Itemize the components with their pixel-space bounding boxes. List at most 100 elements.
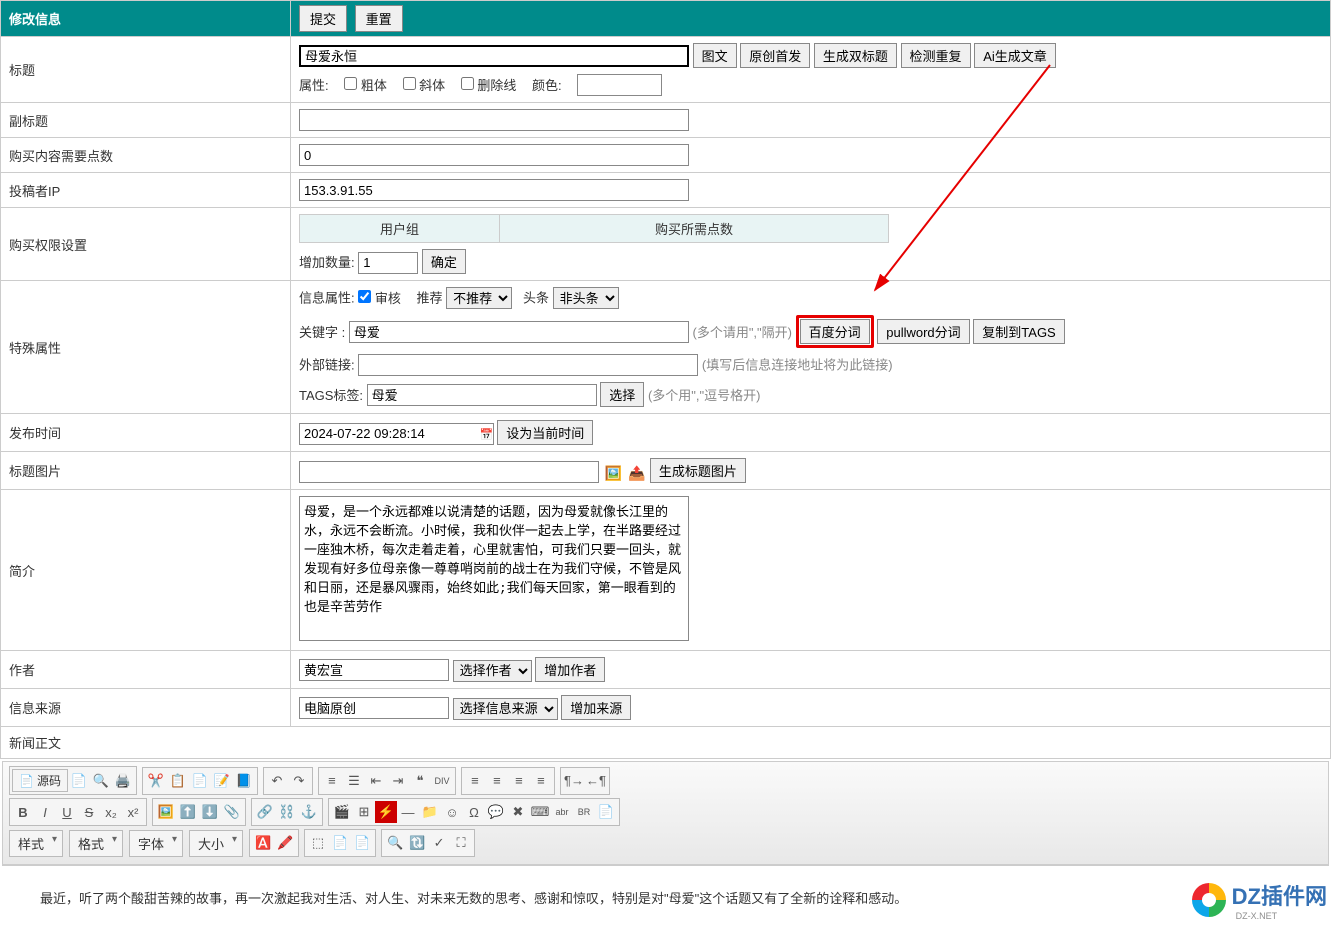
imgtext-button[interactable]: 图文 [693, 43, 737, 68]
align-justify-icon[interactable]: ≡ [530, 770, 552, 792]
qty-input[interactable] [358, 252, 418, 274]
newpage-icon[interactable]: 📄 [68, 770, 90, 792]
subscript-icon[interactable]: x₂ [100, 801, 122, 823]
align-center-icon[interactable]: ≡ [486, 770, 508, 792]
author-select[interactable]: 选择作者 [453, 660, 532, 682]
head-select[interactable]: 非头条 [553, 287, 619, 309]
emoji-icon[interactable]: ☺ [441, 801, 463, 823]
download-btn-icon[interactable]: ⬇️ [199, 801, 221, 823]
select-all-icon[interactable]: ⬚ [307, 832, 329, 854]
add-author-button[interactable]: 增加作者 [535, 657, 605, 682]
bgcolor-icon[interactable]: 🖍️ [274, 832, 296, 854]
select-tags-button[interactable]: 选择 [600, 382, 644, 407]
points-input[interactable] [299, 144, 689, 166]
keyword-input[interactable] [349, 321, 689, 343]
source-select[interactable]: 选择信息来源 [453, 698, 558, 720]
title-input[interactable] [299, 45, 689, 67]
hr-icon[interactable]: — [397, 801, 419, 823]
attach-icon[interactable]: 📎 [221, 801, 243, 823]
reset-button[interactable]: 重置 [355, 5, 403, 32]
author-input[interactable] [299, 659, 449, 681]
italic-checkbox[interactable] [403, 77, 416, 90]
image-icon[interactable]: 🖼️ [605, 465, 621, 481]
superscript-icon[interactable]: x² [122, 801, 144, 823]
font-select[interactable]: 字体 [129, 830, 183, 857]
indent-icon[interactable]: ⇥ [387, 770, 409, 792]
page-icon[interactable]: 📄 [595, 801, 617, 823]
preview-icon[interactable]: 🔍 [90, 770, 112, 792]
unlink-icon[interactable]: ⛓️ [276, 801, 298, 823]
add-source-button[interactable]: 增加来源 [561, 695, 631, 720]
strike-icon[interactable]: S [78, 801, 100, 823]
textcolor-icon[interactable]: 🅰️ [252, 832, 274, 854]
underline-icon[interactable]: U [56, 801, 78, 823]
ltr-icon[interactable]: ¶→ [563, 770, 585, 792]
bold-checkbox[interactable] [344, 77, 357, 90]
size-select[interactable]: 大小 [189, 830, 243, 857]
calendar-icon[interactable]: 📅 [480, 428, 494, 442]
replace-icon[interactable]: 🔃 [406, 832, 428, 854]
confirm-button[interactable]: 确定 [422, 249, 466, 274]
source-input[interactable] [299, 697, 449, 719]
bold-icon[interactable]: B [12, 801, 34, 823]
align-left-icon[interactable]: ≡ [464, 770, 486, 792]
div-icon[interactable]: DIV [431, 770, 453, 792]
format-select[interactable]: 格式 [69, 830, 123, 857]
dualtitle-button[interactable]: 生成双标题 [814, 43, 897, 68]
detect-dup-button[interactable]: 检测重复 [901, 43, 971, 68]
pubtime-input[interactable] [299, 423, 494, 445]
maximize-icon[interactable]: ⛶ [450, 832, 472, 854]
anchor-icon[interactable]: ⚓ [298, 801, 320, 823]
pullword-button[interactable]: pullword分词 [877, 319, 969, 344]
checker-icon[interactable]: ✓ [428, 832, 450, 854]
paste-icon[interactable]: 📄 [189, 770, 211, 792]
cut-icon[interactable]: ✂️ [145, 770, 167, 792]
align-right-icon[interactable]: ≡ [508, 770, 530, 792]
source-button[interactable]: 📄 源码 [12, 769, 68, 792]
subtitle-input[interactable] [299, 109, 689, 131]
redo-icon[interactable]: ↷ [288, 770, 310, 792]
upload-icon[interactable]: 📤 [628, 465, 644, 481]
baidu-seg-button[interactable]: 百度分词 [800, 319, 870, 344]
summary-textarea[interactable] [299, 496, 689, 641]
abbr-icon[interactable]: abr [551, 801, 573, 823]
print-icon[interactable]: 🖨️ [112, 770, 134, 792]
bullist-icon[interactable]: ☰ [343, 770, 365, 792]
undo-icon[interactable]: ↶ [266, 770, 288, 792]
doc2-icon[interactable]: 📄 [351, 832, 373, 854]
rtl-icon[interactable]: ←¶ [585, 770, 607, 792]
remove-format-icon[interactable]: ✖ [507, 801, 529, 823]
numlist-icon[interactable]: ≡ [321, 770, 343, 792]
copy-tags-button[interactable]: 复制到TAGS [973, 319, 1064, 344]
paste-text-icon[interactable]: 📝 [211, 770, 233, 792]
find-icon[interactable]: 🔍 [384, 832, 406, 854]
ip-input[interactable] [299, 179, 689, 201]
outdent-icon[interactable]: ⇤ [365, 770, 387, 792]
strike-checkbox[interactable] [461, 77, 474, 90]
rec-select[interactable]: 不推荐 [446, 287, 512, 309]
audit-checkbox[interactable] [358, 290, 371, 303]
copy-icon[interactable]: 📋 [167, 770, 189, 792]
image-btn-icon[interactable]: 🖼️ [155, 801, 177, 823]
speechbubble-icon[interactable]: 💬 [485, 801, 507, 823]
submit-button[interactable]: 提交 [299, 5, 347, 32]
link-icon[interactable]: 🔗 [254, 801, 276, 823]
set-now-button[interactable]: 设为当前时间 [497, 420, 593, 445]
doc1-icon[interactable]: 📄 [329, 832, 351, 854]
extlink-input[interactable] [358, 354, 698, 376]
paste-word-icon[interactable]: 📘 [233, 770, 255, 792]
upload-btn-icon[interactable]: ⬆️ [177, 801, 199, 823]
folder-icon[interactable]: 📁 [419, 801, 441, 823]
titleimg-input[interactable] [299, 461, 599, 483]
br-icon[interactable]: BR [573, 801, 595, 823]
flash-icon[interactable]: ⚡ [375, 801, 397, 823]
code-format-icon[interactable]: ⌨ [529, 801, 551, 823]
italic-icon[interactable]: I [34, 801, 56, 823]
original-button[interactable]: 原创首发 [740, 43, 810, 68]
media-icon[interactable]: 🎬 [331, 801, 353, 823]
ai-gen-button[interactable]: Ai生成文章 [974, 43, 1056, 68]
style-select[interactable]: 样式 [9, 830, 63, 857]
quote-icon[interactable]: ❝ [409, 770, 431, 792]
special-char-icon[interactable]: Ω [463, 801, 485, 823]
color-input[interactable] [577, 74, 662, 96]
